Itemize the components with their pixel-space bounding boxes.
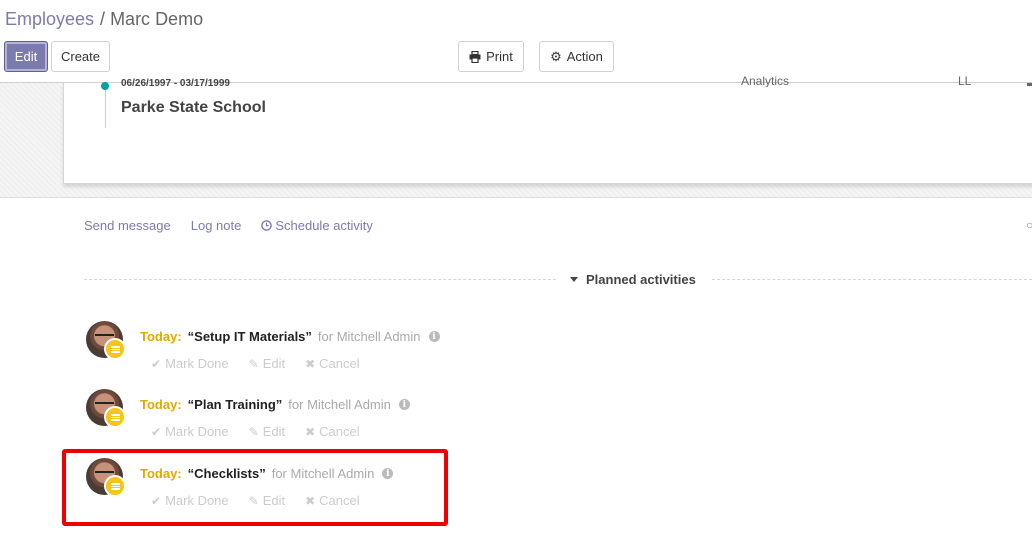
cancel-label: Cancel: [319, 356, 360, 371]
planned-activities-label: Planned activities: [586, 272, 696, 287]
skill-progress-bar: [1027, 83, 1032, 86]
highlight-annotation-box: [62, 449, 448, 526]
action-button[interactable]: ⚙ Action: [539, 41, 614, 72]
schedule-activity-label: Schedule activity: [275, 218, 373, 233]
form-sheet: 06/26/1997 - 03/17/1999 Parke State Scho…: [63, 74, 1032, 184]
activity-item: Today: “Plan Training” for Mitchell Admi…: [86, 389, 686, 449]
activity-item: Today: “Setup IT Materials” for Mitchell…: [86, 321, 686, 381]
caret-down-icon: [570, 277, 578, 282]
mark-done-label: Mark Done: [165, 424, 229, 439]
resume-line-title[interactable]: Parke State School: [121, 99, 266, 117]
activity-summary: “Setup IT Materials”: [187, 329, 312, 344]
edit-label: Edit: [262, 424, 286, 439]
clock-icon: [261, 220, 273, 231]
resume-line-dates: 06/26/1997 - 03/17/1999: [121, 78, 230, 89]
cancel-activity-button[interactable]: ✖ Cancel: [305, 424, 360, 439]
edit-label: Edit: [262, 356, 286, 371]
breadcrumb-separator: /: [100, 9, 106, 29]
info-icon[interactable]: i: [398, 399, 410, 410]
print-icon: [469, 50, 481, 63]
planned-activities-toggle[interactable]: Planned activities: [570, 272, 696, 287]
activity-due-label: Today:: [140, 397, 182, 412]
chatter-topbar: Send message Log note Schedule activity: [84, 218, 373, 233]
resume-timeline-dot: [101, 82, 109, 90]
breadcrumb: Employees / Marc Demo: [5, 9, 203, 30]
pencil-icon: ✎: [248, 356, 259, 371]
activity-summary: “Plan Training”: [187, 397, 283, 412]
create-button[interactable]: Create: [51, 41, 110, 72]
send-message-button[interactable]: Send message: [84, 218, 171, 233]
schedule-activity-button[interactable]: Schedule activity: [261, 218, 373, 233]
activity-due-label: Today:: [140, 329, 182, 344]
print-button[interactable]: Print: [458, 41, 524, 72]
check-icon: ✔: [151, 424, 162, 439]
pencil-icon: ✎: [248, 424, 259, 439]
print-label: Print: [486, 49, 513, 64]
info-icon[interactable]: i: [428, 331, 440, 342]
mark-done-label: Mark Done: [165, 356, 229, 371]
activities-separator-right: [712, 279, 1032, 280]
edit-button[interactable]: Edit: [4, 41, 48, 72]
times-icon: ✖: [305, 424, 316, 439]
breadcrumb-employees-link[interactable]: Employees: [5, 9, 94, 29]
mark-done-button[interactable]: ✔ Mark Done: [151, 356, 229, 371]
activity-assignee: for Mitchell Admin: [288, 397, 391, 412]
mark-done-button[interactable]: ✔ Mark Done: [151, 424, 229, 439]
edit-activity-button[interactable]: ✎ Edit: [249, 424, 285, 439]
action-label: Action: [566, 49, 603, 64]
edit-activity-button[interactable]: ✎ Edit: [249, 356, 285, 371]
activity-type-badge-icon: [104, 406, 126, 428]
cancel-label: Cancel: [319, 424, 360, 439]
gear-icon: ⚙: [550, 48, 562, 64]
times-icon: ✖: [305, 356, 316, 371]
cancel-activity-button[interactable]: ✖ Cancel: [305, 356, 360, 371]
skill-level: LL: [958, 74, 972, 87]
log-note-button[interactable]: Log note: [191, 218, 242, 233]
activity-assignee: for Mitchell Admin: [317, 329, 421, 344]
search-icon[interactable]: ○: [1026, 218, 1032, 232]
activity-type-badge-icon: [104, 338, 126, 360]
skill-name: Analytics: [741, 74, 790, 87]
activities-separator-left: [84, 279, 556, 280]
breadcrumb-current: Marc Demo: [110, 9, 204, 29]
check-icon: ✔: [151, 356, 162, 371]
